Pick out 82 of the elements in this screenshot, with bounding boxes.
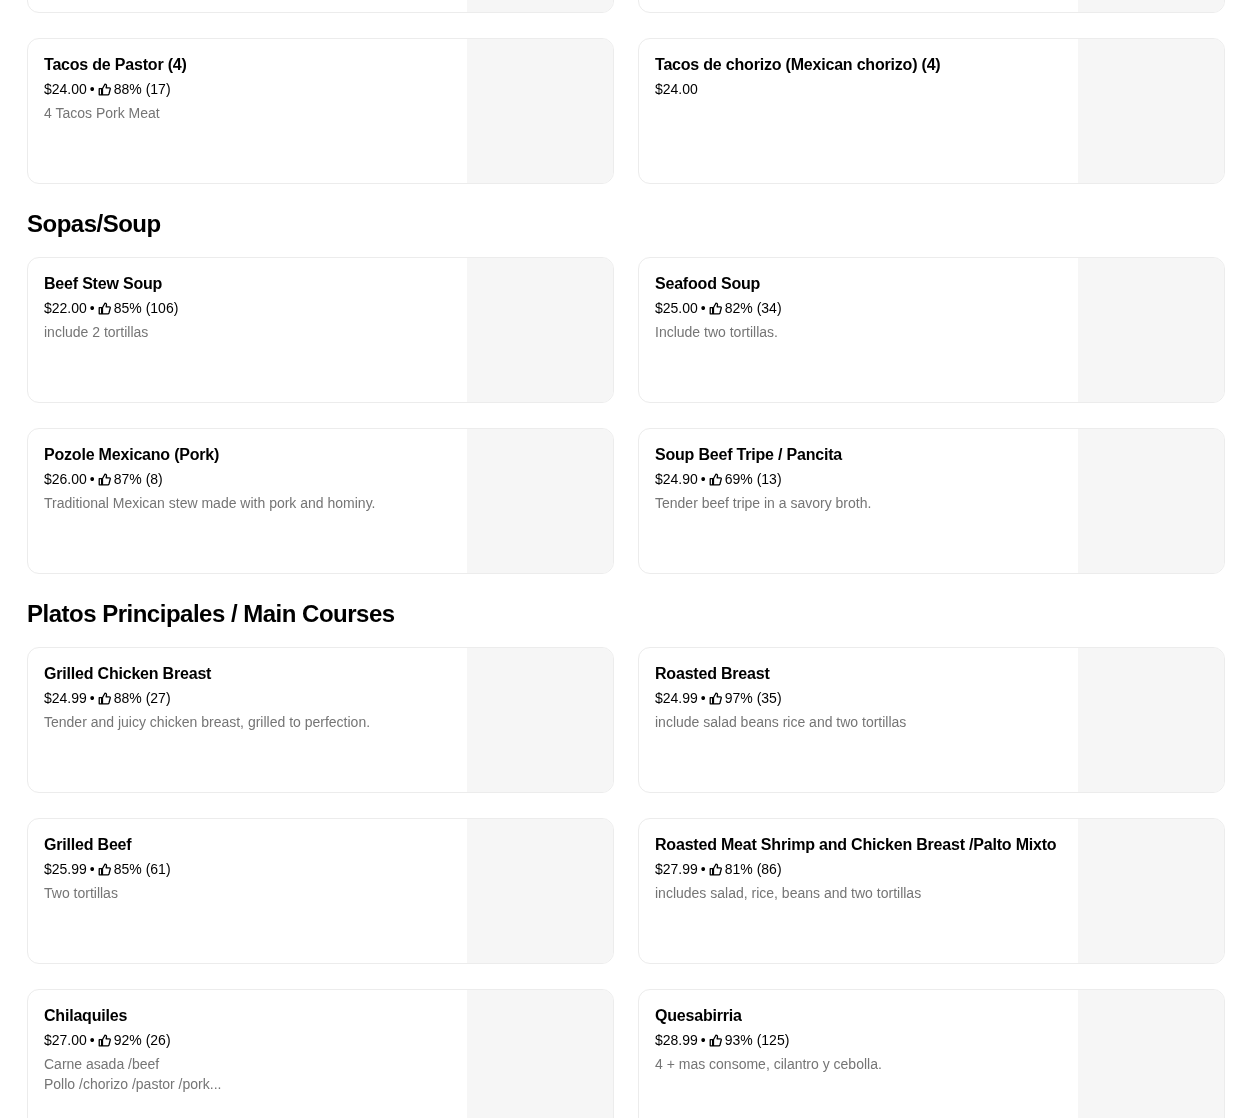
item-name: Grilled Beef bbox=[44, 835, 133, 855]
section-heading: Sopas/Soup bbox=[27, 209, 162, 239]
separator-dot: • bbox=[89, 689, 95, 708]
item-description: 4 + mas consome, cilantro y cebolla. bbox=[655, 1055, 883, 1074]
item-price: $22.00 bbox=[44, 299, 87, 318]
thumbs-up-icon bbox=[708, 301, 722, 315]
item-price: $25.99 bbox=[44, 860, 87, 879]
menu-item-card[interactable]: Roasted Meat Shrimp and Chicken Breast /Palto Mixto $27.99 • 81% (86) includes salad, rice, beans and two tortillas bbox=[638, 818, 1225, 964]
item-name: Seafood Soup bbox=[655, 274, 762, 294]
item-name: Beef Stew Soup bbox=[44, 274, 164, 294]
separator-dot: • bbox=[700, 689, 706, 708]
item-rating: 92% (26) bbox=[113, 1031, 171, 1050]
menu-item-card[interactable]: Beef Stew Soup $22.00 • 85% (106) include 2 tortillas bbox=[27, 257, 614, 403]
separator-dot: • bbox=[700, 1031, 706, 1050]
item-description: include salad beans rice and two tortillas bbox=[655, 713, 908, 732]
menu-item-card[interactable]: Grilled Beef $25.99 • 85% (61) Two tortillas bbox=[27, 818, 614, 964]
item-price: $24.00 bbox=[44, 80, 87, 99]
item-description: 4 Tacos Pork Meat bbox=[44, 104, 161, 123]
item-price: $24.99 bbox=[655, 689, 698, 708]
item-rating: 81% (86) bbox=[724, 860, 782, 879]
item-description: Traditional Mexican stew made with pork and hominy. bbox=[44, 494, 377, 513]
item-price: $27.99 bbox=[655, 860, 698, 879]
item-name: Roasted Breast bbox=[655, 664, 771, 684]
item-rating: 88% (27) bbox=[113, 689, 171, 708]
item-price: $24.99 bbox=[44, 689, 87, 708]
item-description: Include two tortillas. bbox=[655, 323, 779, 342]
menu-item-card[interactable]: Roasted Breast $24.99 • 97% (35) include salad beans rice and two tortillas bbox=[638, 647, 1225, 793]
item-rating: 69% (13) bbox=[724, 470, 782, 489]
item-price: $24.90 bbox=[655, 470, 698, 489]
item-name: Tacos de chorizo (Mexican chorizo) (4) bbox=[655, 55, 942, 75]
thumbs-up-icon bbox=[97, 691, 111, 705]
item-rating: 82% (34) bbox=[724, 299, 782, 318]
section-heading: Platos Principales / Main Courses bbox=[27, 599, 396, 629]
item-name: Chilaquiles bbox=[44, 1006, 129, 1026]
item-description: Two tortillas bbox=[44, 884, 119, 903]
item-name: Roasted Meat Shrimp and Chicken Breast /Palto Mixto bbox=[655, 835, 1058, 855]
menu-item-card[interactable]: Soup Beef Tripe / Pancita $24.90 • 69% (13) Tender beef tripe in a savory broth. bbox=[638, 428, 1225, 574]
menu-item-card[interactable]: Tacos de Pastor (4) $24.00 • 88% (17) 4 Tacos Pork Meat bbox=[27, 38, 614, 184]
menu-item-card[interactable]: Grilled Chicken Breast $24.99 • 88% (27) Tender and juicy chicken breast, grilled to perfection. bbox=[27, 647, 614, 793]
thumbs-up-icon bbox=[708, 691, 722, 705]
separator-dot: • bbox=[89, 299, 95, 318]
separator-dot: • bbox=[89, 80, 95, 99]
separator-dot: • bbox=[89, 470, 95, 489]
item-name: Quesabirria bbox=[655, 1006, 743, 1026]
item-description: include 2 tortillas bbox=[44, 323, 150, 342]
thumbs-up-icon bbox=[708, 472, 722, 486]
item-name: Grilled Chicken Breast bbox=[44, 664, 213, 684]
item-price: $28.99 bbox=[655, 1031, 698, 1050]
menu-item-card[interactable]: Quesabirria $28.99 • 93% (125) 4 + mas consome, cilantro y cebolla. bbox=[638, 989, 1225, 1118]
item-price: $25.00 bbox=[655, 299, 698, 318]
thumbs-up-icon bbox=[97, 82, 111, 96]
item-rating: 87% (8) bbox=[113, 470, 163, 489]
item-price: $27.00 bbox=[44, 1031, 87, 1050]
item-rating: 85% (61) bbox=[113, 860, 171, 879]
item-rating: 85% (106) bbox=[113, 299, 179, 318]
thumbs-up-icon bbox=[97, 862, 111, 876]
separator-dot: • bbox=[89, 860, 95, 879]
item-name: Soup Beef Tripe / Pancita bbox=[655, 445, 844, 465]
menu-item-card[interactable]: Pozole Mexicano (Pork) $26.00 • 87% (8) Traditional Mexican stew made with pork and hominy. bbox=[27, 428, 614, 574]
separator-dot: • bbox=[700, 299, 706, 318]
item-rating: 97% (35) bbox=[724, 689, 782, 708]
item-description: Tender and juicy chicken breast, grilled to perfection. bbox=[44, 713, 372, 732]
thumbs-up-icon bbox=[97, 472, 111, 486]
thumbs-up-icon bbox=[97, 1033, 111, 1047]
item-price: $26.00 bbox=[44, 470, 87, 489]
thumbs-up-icon bbox=[708, 1033, 722, 1047]
item-rating: 88% (17) bbox=[113, 80, 171, 99]
thumbs-up-icon bbox=[97, 301, 111, 315]
separator-dot: • bbox=[700, 470, 706, 489]
menu-item-card[interactable]: Seafood Soup $25.00 • 82% (34) Include two tortillas. bbox=[638, 257, 1225, 403]
item-description: Carne asada /beef Pollo /chorizo /pastor /pork... bbox=[44, 1055, 223, 1094]
separator-dot: • bbox=[89, 1031, 95, 1050]
menu-item-card[interactable]: Tacos de chorizo (Mexican chorizo) (4) $24.00 bbox=[638, 38, 1225, 184]
item-description: includes salad, rice, beans and two tortillas bbox=[655, 884, 923, 903]
item-description: Tender beef tripe in a savory broth. bbox=[655, 494, 873, 513]
item-price: $24.00 bbox=[655, 80, 698, 99]
separator-dot: • bbox=[700, 860, 706, 879]
thumbs-up-icon bbox=[708, 862, 722, 876]
item-rating: 93% (125) bbox=[724, 1031, 790, 1050]
item-name: Pozole Mexicano (Pork) bbox=[44, 445, 221, 465]
menu-item-card[interactable]: Chilaquiles $27.00 • 92% (26) Carne asada /beef Pollo /chorizo /pastor /pork... bbox=[27, 989, 614, 1118]
item-name: Tacos de Pastor (4) bbox=[44, 55, 188, 75]
